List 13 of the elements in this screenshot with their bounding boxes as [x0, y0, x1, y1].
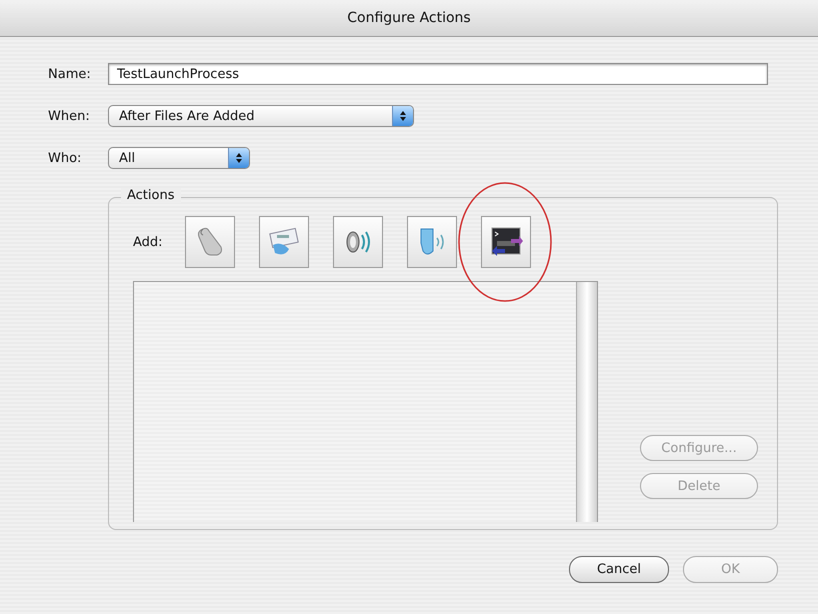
who-dropdown[interactable]: All — [108, 147, 250, 169]
when-dropdown[interactable]: After Files Are Added — [108, 105, 414, 127]
field-label: Name: — [48, 66, 92, 82]
window-title: Configure Actions — [347, 10, 471, 26]
field-label: Who: — [48, 150, 82, 166]
stepper-icon — [392, 106, 413, 126]
add-label: Add: — [133, 234, 164, 250]
add-action-button[interactable] — [481, 216, 531, 268]
dialog-button[interactable]: Cancel — [569, 556, 669, 583]
stepper-icon — [228, 148, 249, 168]
field-label: When: — [48, 108, 91, 124]
name-field[interactable]: TestLaunchProcess — [108, 63, 768, 85]
scrollbar[interactable] — [576, 282, 597, 522]
